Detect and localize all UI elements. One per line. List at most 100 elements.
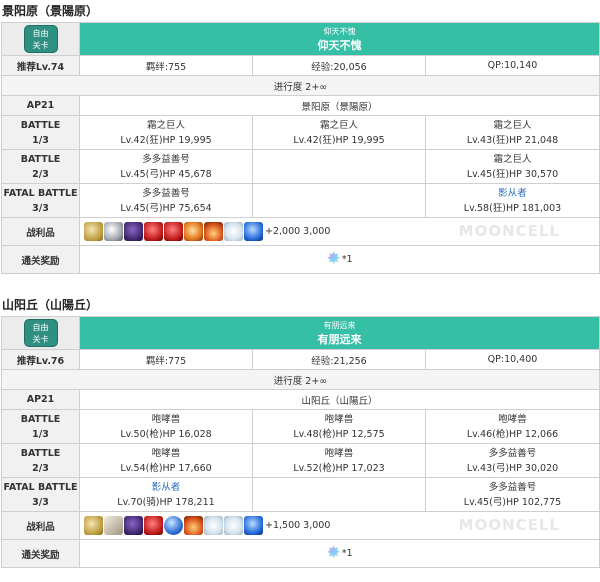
progress: 进行度 2+∞ <box>1 75 600 96</box>
battle-label-wave: 3/3 <box>32 202 49 214</box>
quest-table: 自由 关卡 仰天不愧 仰天不愧 推荐Lv.74 羁绊:755 经验:20,056 … <box>1 22 600 274</box>
enemy-cell: 咆哮兽 Lv.52(枪)HP 17,023 <box>252 443 426 478</box>
bond-value: 羁绊:755 <box>79 55 253 76</box>
enemy-cell: 多多益善号 Lv.45(弓)HP 102,775 <box>425 477 600 512</box>
red-gem-icon[interactable] <box>164 222 183 241</box>
enemy-stats: Lv.58(狂)HP 181,003 <box>463 202 562 214</box>
section-title: 景阳原（景陽原） <box>2 4 99 18</box>
white-crystal-icon[interactable] <box>224 516 243 535</box>
fang-icon[interactable] <box>104 516 123 535</box>
enemy-name: 咆哮兽 <box>324 413 354 425</box>
enemy-stats: Lv.50(枪)HP 16,028 <box>120 428 212 440</box>
enemy-name: 咆哮兽 <box>498 413 527 425</box>
dark-crystal-icon[interactable] <box>124 516 143 535</box>
quest-panel: MOONCELL 自由 关卡 有朋远来 有朋远来 推荐Lv.76 羁绊:775 经… <box>0 316 600 568</box>
battle-label-name: BATTLE <box>20 119 61 131</box>
battle-label-wave: 1/3 <box>32 134 49 146</box>
red-gem-icon[interactable] <box>144 516 163 535</box>
battle-label-name: FATAL BATTLE <box>3 481 78 493</box>
enemy-cell: 霜之巨人 Lv.45(狂)HP 30,570 <box>425 149 600 184</box>
clear-reward-cell: ✸*1 <box>79 539 600 568</box>
enemy-cell: 咆哮兽 Lv.50(枪)HP 16,028 <box>79 409 253 444</box>
dark-crystal-icon[interactable] <box>124 222 143 241</box>
enemy-name[interactable]: 影从者 <box>80 480 252 495</box>
enemy-stats: Lv.45(狂)HP 30,570 <box>466 168 559 180</box>
enemy-stats: Lv.45(弓)HP 45,678 <box>120 168 212 180</box>
battle-label-wave: 3/3 <box>32 496 49 508</box>
clear-reward-count: *1 <box>341 254 353 265</box>
white-crystal-icon[interactable] <box>224 222 243 241</box>
quest-badge-cell: 自由 关卡 <box>1 316 80 350</box>
enemy-cell: 霜之巨人 Lv.42(狂)HP 19,995 <box>252 115 426 150</box>
gold-gear-icon[interactable] <box>84 222 103 241</box>
enemy-name: 霜之巨人 <box>493 119 532 131</box>
quest-name-cell: 有朋远来 有朋远来 <box>79 316 600 350</box>
enemy-cell: 咆哮兽 Lv.54(枪)HP 17,660 <box>79 443 253 478</box>
ap-cost: AP21 <box>1 389 80 410</box>
ap-cost: AP21 <box>1 95 80 116</box>
saint-quartz-icon[interactable]: ✸ <box>326 251 340 268</box>
enemy-cell: 咆哮兽 Lv.48(枪)HP 12,575 <box>252 409 426 444</box>
enemy-cell: 影从者 Lv.58(狂)HP 181,003 <box>425 183 600 218</box>
enemy-name[interactable]: 影从者 <box>426 186 599 201</box>
enemy-stats: Lv.43(狂)HP 21,048 <box>466 134 559 146</box>
silver-gear-icon[interactable] <box>104 222 123 241</box>
red-gem-icon[interactable] <box>144 222 163 241</box>
exp-value: 经验:20,056 <box>252 55 426 76</box>
enemy-name: 多多益善号 <box>142 153 190 165</box>
section-title: 山阳丘（山陽丘） <box>2 298 99 312</box>
white-crystal-icon[interactable] <box>204 516 223 535</box>
drops-label: 战利品 <box>1 217 80 246</box>
ember-icon[interactable] <box>184 516 203 535</box>
enemy-cell: 霜之巨人 Lv.43(狂)HP 21,048 <box>425 115 600 150</box>
enemy-cell: 霜之巨人 Lv.42(狂)HP 19,995 <box>79 115 253 150</box>
enemy-cell <box>252 183 426 218</box>
free-quest-badge-icon: 自由 关卡 <box>23 25 58 53</box>
enemy-cell <box>252 149 426 184</box>
battle-label: BATTLE 2/3 <box>1 149 80 184</box>
battle-label-name: BATTLE <box>20 447 61 459</box>
orange-ember-icon[interactable] <box>184 222 203 241</box>
enemy-stats: Lv.45(弓)HP 75,654 <box>120 202 212 214</box>
progress: 进行度 2+∞ <box>1 369 600 390</box>
enemy-name: 多多益善号 <box>142 187 190 199</box>
enemy-stats: Lv.48(枪)HP 12,575 <box>293 428 385 440</box>
saint-quartz-icon[interactable]: ✸ <box>326 545 340 562</box>
recommend-level: 推荐Lv.76 <box>1 349 80 370</box>
enemy-name: 咆哮兽 <box>151 447 181 459</box>
enemy-name: 多多益善号 <box>488 481 537 493</box>
qp-value: QP:10,140 <box>425 55 600 76</box>
drops-text: +1,500 3,000 <box>265 520 331 531</box>
blue-gem-icon[interactable] <box>244 222 263 241</box>
enemy-cell: 多多益善号 Lv.45(弓)HP 75,654 <box>79 183 253 218</box>
free-quest-badge-icon: 自由 关卡 <box>23 319 58 347</box>
enemy-stats: Lv.43(弓)HP 30,020 <box>466 462 559 474</box>
battle-label-name: BATTLE <box>20 153 61 165</box>
clear-reward-count: *1 <box>341 548 353 559</box>
enemy-name: 霜之巨人 <box>493 153 532 165</box>
bond-value: 羁绊:775 <box>79 349 253 370</box>
clear-reward-label: 通关奖励 <box>1 539 80 568</box>
location: 景阳原（景陽原） <box>79 95 600 116</box>
battle-label: FATAL BATTLE 3/3 <box>1 183 80 218</box>
enemy-stats: Lv.42(狂)HP 19,995 <box>293 134 385 146</box>
drops-cell: +1,500 3,000 <box>79 511 600 540</box>
clear-reward-cell: ✸*1 <box>79 245 600 274</box>
enemy-cell: 影从者 Lv.70(骑)HP 178,211 <box>79 477 253 512</box>
enemy-stats: Lv.42(狂)HP 19,995 <box>120 134 212 146</box>
recommend-level: 推荐Lv.74 <box>1 55 80 76</box>
battle-label-name: FATAL BATTLE <box>3 187 78 199</box>
sphere-icon[interactable] <box>164 516 183 535</box>
gold-gear-icon[interactable] <box>84 516 103 535</box>
drops-cell: +2,000 3,000 <box>79 217 600 246</box>
ember-icon[interactable] <box>204 222 223 241</box>
enemy-name: 霜之巨人 <box>319 119 358 131</box>
blue-gem-icon[interactable] <box>244 516 263 535</box>
battle-label: BATTLE 1/3 <box>1 115 80 150</box>
enemy-stats: Lv.45(弓)HP 102,775 <box>463 496 562 508</box>
enemy-cell: 多多益善号 Lv.45(弓)HP 45,678 <box>79 149 253 184</box>
quest-table: 自由 关卡 有朋远来 有朋远来 推荐Lv.76 羁绊:775 经验:21,256 … <box>1 316 600 568</box>
quest-badge-cell: 自由 关卡 <box>1 22 80 56</box>
quest-name-small: 仰天不愧 <box>323 26 356 36</box>
